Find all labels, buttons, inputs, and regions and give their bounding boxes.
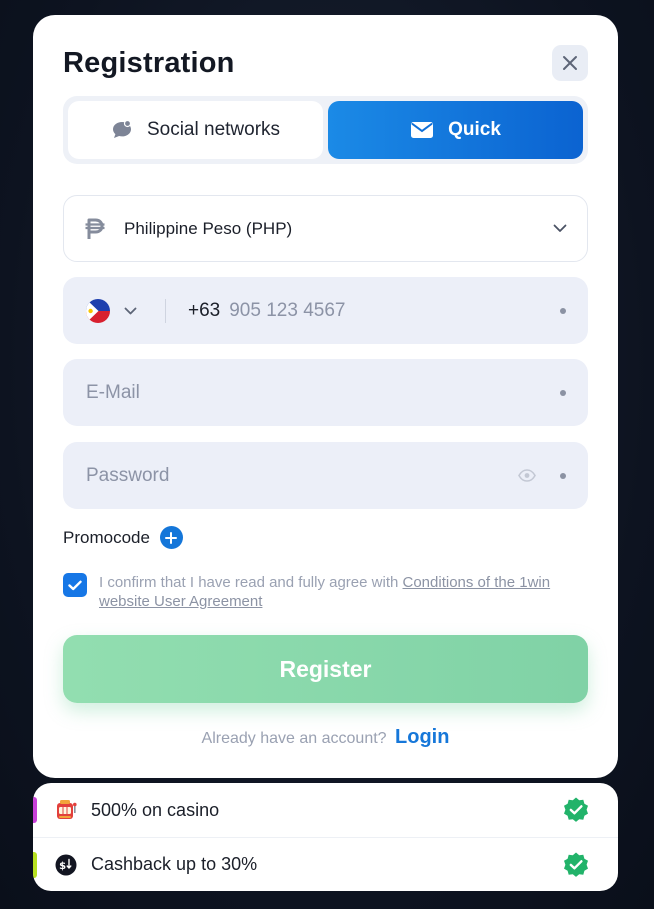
login-question: Already have an account? (201, 730, 387, 747)
phone-divider (165, 298, 166, 323)
bonus-row: $ Cashback up to 30% (33, 837, 618, 891)
phone-prefix: +63 (188, 299, 221, 321)
bonus-row: 500% on casino (33, 783, 618, 837)
login-row: Already have an account? Login (33, 726, 618, 749)
password-field[interactable]: Password (63, 442, 588, 509)
svg-text:$: $ (59, 861, 66, 872)
promocode-label: Promocode (63, 527, 150, 547)
email-input[interactable]: E-Mail (86, 382, 560, 404)
required-indicator (560, 472, 566, 479)
bonus-text: Cashback up to 30% (91, 854, 258, 874)
eye-icon (518, 469, 536, 482)
registration-tabs: Social networks Quick (63, 96, 588, 164)
bonus-panel: 500% on casino $ Cashback up to 30% (33, 783, 618, 891)
tab-quick-label: Quick (448, 119, 501, 140)
email-field[interactable]: E-Mail (63, 359, 588, 426)
bonus-accent (33, 797, 37, 823)
country-chevron-icon[interactable] (124, 307, 137, 315)
password-input[interactable]: Password (86, 465, 518, 487)
add-promocode-button[interactable] (159, 526, 183, 549)
close-icon (563, 56, 577, 70)
tab-social-label: Social networks (146, 119, 281, 140)
close-button[interactable] (552, 45, 588, 81)
philippines-flag-icon[interactable] (86, 298, 110, 323)
currency-label: Philippine Peso (PHP) (124, 218, 293, 238)
bonus-accent (33, 852, 37, 878)
cashback-icon: $ (55, 854, 77, 876)
register-button[interactable]: Register (63, 635, 588, 703)
plus-icon (165, 531, 178, 544)
currency-select[interactable]: Philippine Peso (PHP) (63, 195, 588, 262)
tab-quick[interactable]: Quick (328, 101, 583, 159)
chevron-down-icon (553, 224, 567, 232)
verified-badge-icon (562, 796, 590, 824)
show-password-button[interactable] (518, 469, 536, 482)
agreement-text: I confirm that I have read and fully agr… (99, 573, 573, 611)
promocode-row: Promocode (63, 526, 183, 549)
check-icon (68, 580, 82, 590)
agreement-row: I confirm that I have read and fully agr… (63, 573, 573, 611)
registration-modal: Registration Social networks Quick Phili… (33, 15, 618, 778)
verified-badge-icon (562, 851, 590, 879)
slot-machine-icon (55, 799, 77, 821)
required-indicator (560, 389, 566, 396)
agreement-text-body: I confirm that I have read and fully agr… (99, 574, 403, 591)
phone-field[interactable]: +63 905 123 4567 (63, 277, 588, 344)
bonus-text: 500% on casino (91, 799, 220, 820)
phone-input[interactable]: 905 123 4567 (229, 300, 560, 322)
required-indicator (560, 307, 566, 314)
login-link[interactable]: Login (395, 726, 449, 748)
peso-icon (85, 218, 105, 239)
tab-social-networks[interactable]: Social networks (68, 101, 323, 159)
modal-title: Registration (63, 47, 235, 79)
envelope-icon (411, 122, 434, 138)
agreement-checkbox[interactable] (63, 573, 87, 597)
chat-bubble-icon (112, 120, 132, 138)
